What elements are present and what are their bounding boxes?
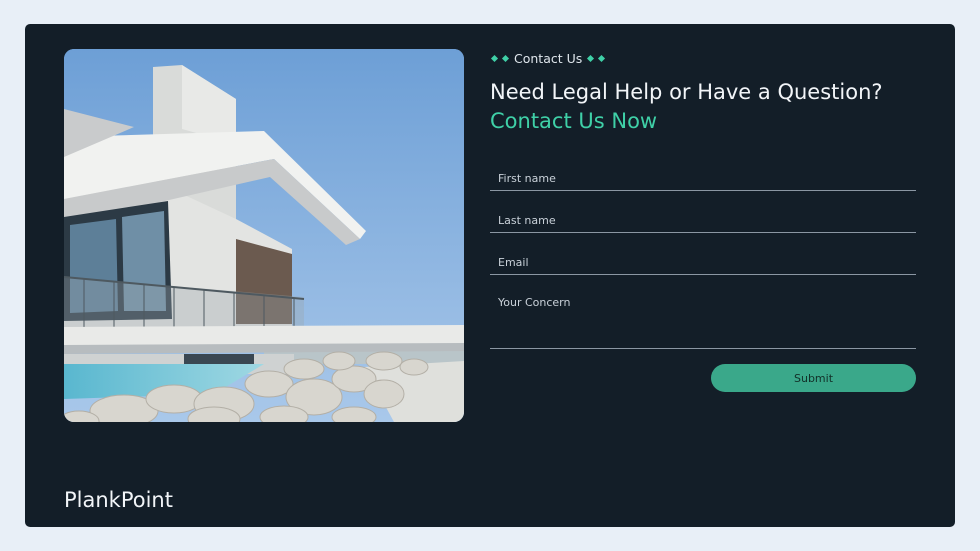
brand-logo: PlankPoint (64, 488, 173, 512)
eyebrow-label: Contact Us (514, 50, 583, 66)
contact-card: Contact Us Need Legal Help or Have a Que… (25, 24, 955, 527)
diamond-icon (586, 54, 606, 62)
last-name-input[interactable] (490, 208, 916, 233)
section-eyebrow: Contact Us (490, 50, 606, 66)
submit-button[interactable]: Submit (711, 364, 916, 392)
diamond-icon (490, 54, 510, 62)
email-input[interactable] (490, 250, 916, 275)
heading-line-2: Contact Us Now (490, 109, 658, 133)
modern-house-photo (64, 49, 464, 422)
heading-line-1: Need Legal Help or Have a Question? (490, 80, 883, 104)
page-heading: Need Legal Help or Have a Question? Cont… (490, 78, 940, 136)
first-name-input[interactable] (490, 166, 916, 191)
concern-textarea[interactable] (490, 292, 916, 349)
house-illustration (64, 49, 464, 422)
